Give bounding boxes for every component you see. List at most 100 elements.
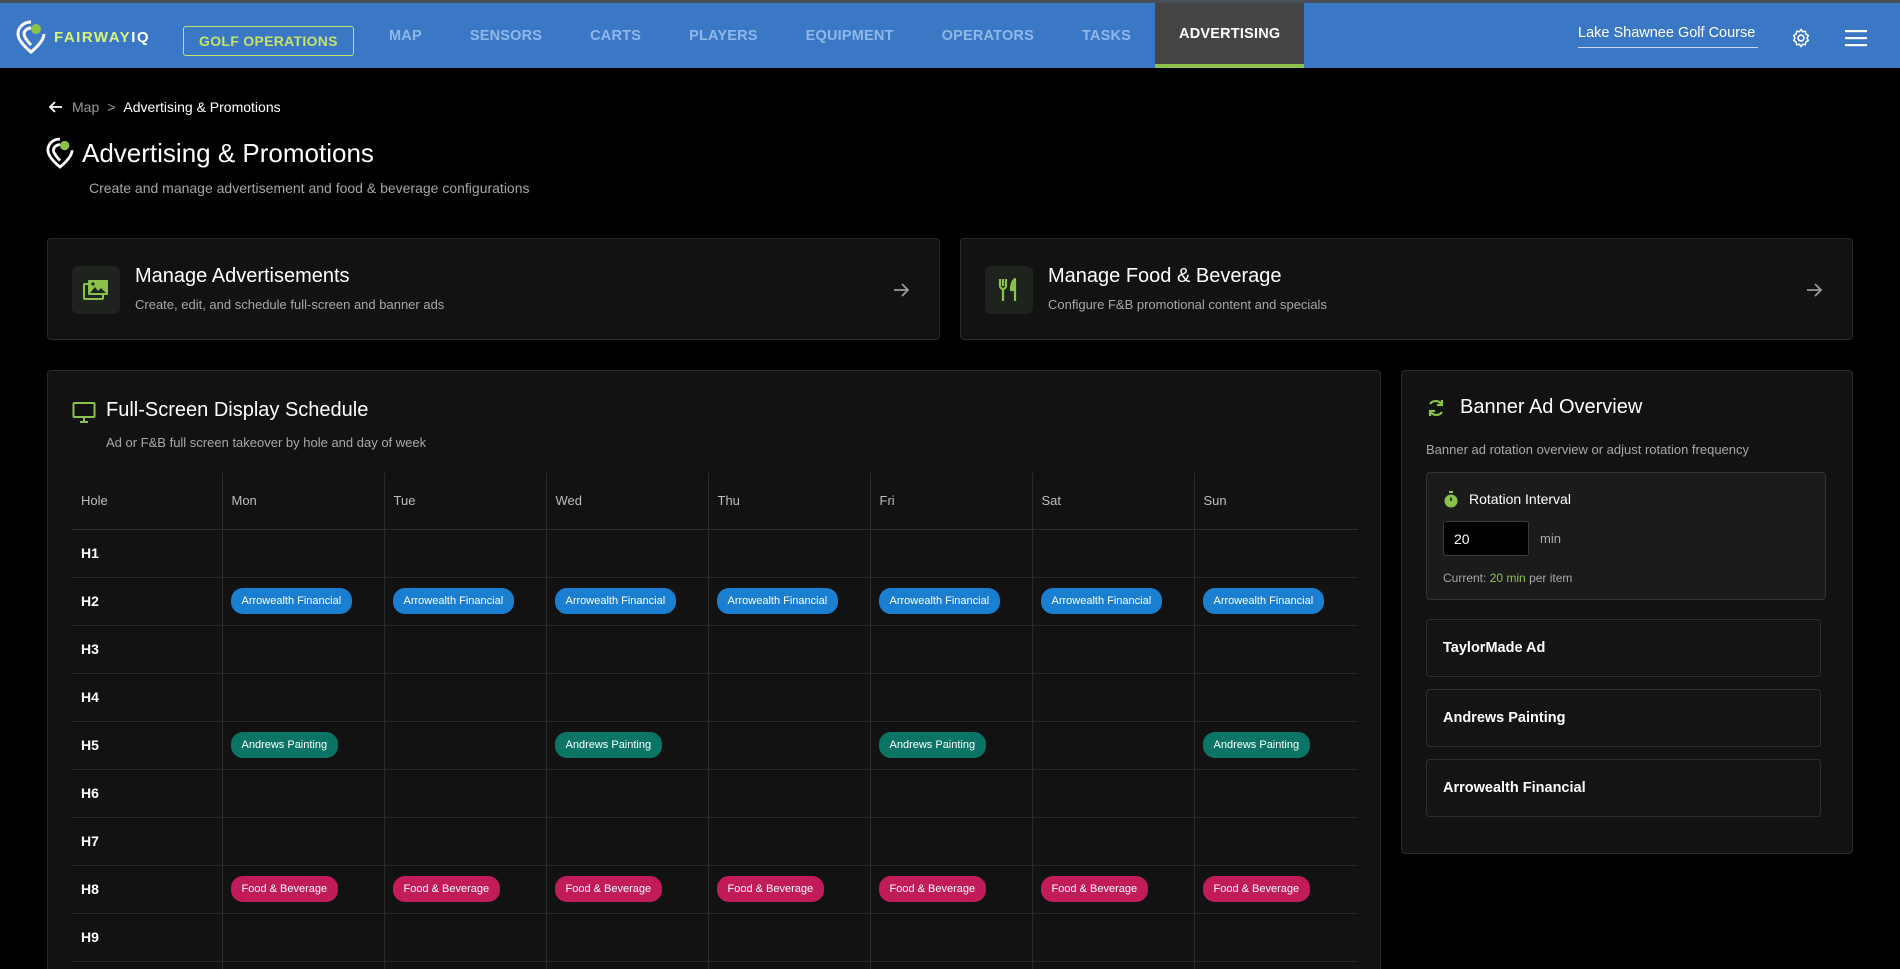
back-arrow-icon[interactable] [48,99,64,115]
schedule-cell[interactable] [545,961,708,969]
schedule-chip[interactable]: Food & Beverage [554,876,663,902]
schedule-chip[interactable]: Food & Beverage [716,876,825,902]
nav-operators[interactable]: OPERATORS [918,3,1058,68]
arrow-right-icon[interactable] [891,280,911,300]
schedule-chip[interactable]: Food & Beverage [878,876,987,902]
schedule-cell[interactable]: Food & Beverage [869,865,1032,914]
schedule-cell[interactable] [1031,673,1194,722]
schedule-cell[interactable] [383,961,546,969]
schedule-cell[interactable]: Arrowealth Financial [545,577,708,626]
schedule-cell[interactable] [1193,529,1358,578]
nav-carts[interactable]: CARTS [566,3,665,68]
schedule-cell[interactable] [707,721,870,770]
schedule-chip[interactable]: Arrowealth Financial [230,588,353,614]
schedule-cell[interactable] [545,625,708,674]
nav-sensors[interactable]: SENSORS [446,3,566,68]
schedule-cell[interactable]: Arrowealth Financial [707,577,870,626]
schedule-cell[interactable]: Arrowealth Financial [869,577,1032,626]
schedule-cell[interactable]: Andrews Painting [869,721,1032,770]
schedule-chip[interactable]: Andrews Painting [230,732,339,758]
schedule-cell[interactable] [383,769,546,818]
schedule-cell[interactable] [1031,529,1194,578]
schedule-chip[interactable]: Food & Beverage [1040,876,1149,902]
gear-icon[interactable] [1790,27,1812,49]
schedule-cell[interactable]: Andrews Painting [221,721,384,770]
schedule-chip[interactable]: Arrowealth Financial [878,588,1001,614]
rotation-interval-input[interactable] [1443,521,1529,556]
schedule-chip[interactable]: Arrowealth Financial [1040,588,1163,614]
schedule-cell[interactable] [545,817,708,866]
schedule-cell[interactable] [221,817,384,866]
schedule-cell[interactable] [869,673,1032,722]
schedule-cell[interactable] [221,529,384,578]
schedule-cell[interactable] [1031,721,1194,770]
nav-map[interactable]: MAP [365,3,446,68]
schedule-cell[interactable]: Arrowealth Financial [221,577,384,626]
schedule-cell[interactable] [383,817,546,866]
nav-advertising[interactable]: ADVERTISING [1155,3,1305,68]
nav-players[interactable]: PLAYERS [665,3,782,68]
schedule-cell[interactable] [1031,625,1194,674]
schedule-cell[interactable]: Food & Beverage [707,865,870,914]
schedule-cell[interactable] [707,673,870,722]
nav-equipment[interactable]: EQUIPMENT [782,3,918,68]
schedule-cell[interactable] [221,673,384,722]
nav-tasks[interactable]: TASKS [1058,3,1155,68]
schedule-cell[interactable] [383,529,546,578]
schedule-cell[interactable] [221,913,384,962]
banner-ad-item[interactable]: Andrews Painting [1426,689,1821,747]
course-selector[interactable]: Lake Shawnee Golf Course [1578,25,1758,48]
schedule-chip[interactable]: Food & Beverage [230,876,339,902]
hamburger-menu-icon[interactable] [1845,29,1867,47]
schedule-cell[interactable]: Arrowealth Financial [1193,577,1358,626]
schedule-cell[interactable] [707,529,870,578]
schedule-cell[interactable] [1031,961,1194,969]
schedule-cell[interactable] [383,913,546,962]
schedule-cell[interactable] [869,625,1032,674]
schedule-cell[interactable] [1031,817,1194,866]
schedule-cell[interactable] [545,529,708,578]
schedule-cell[interactable] [1031,769,1194,818]
schedule-cell[interactable] [1193,817,1358,866]
schedule-cell[interactable] [545,769,708,818]
schedule-cell[interactable] [1193,625,1358,674]
schedule-cell[interactable] [869,817,1032,866]
schedule-chip[interactable]: Food & Beverage [392,876,501,902]
schedule-chip[interactable]: Food & Beverage [1202,876,1311,902]
breadcrumb-map-link[interactable]: Map [72,99,99,115]
schedule-cell[interactable] [1193,961,1358,969]
schedule-chip[interactable]: Arrowealth Financial [1202,588,1325,614]
schedule-chip[interactable]: Arrowealth Financial [392,588,515,614]
schedule-cell[interactable]: Food & Beverage [1031,865,1194,914]
manage-advertisements-card[interactable]: Manage Advertisements Create, edit, and … [47,238,940,340]
schedule-cell[interactable] [707,769,870,818]
schedule-cell[interactable] [869,529,1032,578]
schedule-cell[interactable]: Arrowealth Financial [1031,577,1194,626]
schedule-cell[interactable] [1193,913,1358,962]
schedule-cell[interactable]: Food & Beverage [545,865,708,914]
schedule-cell[interactable]: Food & Beverage [383,865,546,914]
schedule-cell[interactable]: Andrews Painting [545,721,708,770]
schedule-cell[interactable] [221,961,384,969]
arrow-right-icon[interactable] [1804,280,1824,300]
schedule-chip[interactable]: Andrews Painting [554,732,663,758]
schedule-cell[interactable] [545,913,708,962]
schedule-cell[interactable] [221,769,384,818]
schedule-cell[interactable] [1193,673,1358,722]
schedule-chip[interactable]: Arrowealth Financial [554,588,677,614]
fairwayiq-logo[interactable]: FAIRWAYIQ [16,19,150,55]
schedule-cell[interactable] [869,961,1032,969]
schedule-cell[interactable]: Andrews Painting [1193,721,1358,770]
schedule-chip[interactable]: Andrews Painting [878,732,987,758]
banner-ad-item[interactable]: TaylorMade Ad [1426,619,1821,677]
schedule-chip[interactable]: Andrews Painting [1202,732,1311,758]
schedule-cell[interactable] [221,625,384,674]
golf-operations-button[interactable]: GOLF OPERATIONS [183,26,354,56]
schedule-cell[interactable] [1193,769,1358,818]
banner-ad-item[interactable]: Arrowealth Financial [1426,759,1821,817]
manage-food-beverage-card[interactable]: Manage Food & Beverage Configure F&B pro… [960,238,1853,340]
schedule-cell[interactable] [869,769,1032,818]
schedule-cell[interactable]: Arrowealth Financial [383,577,546,626]
schedule-cell[interactable]: Food & Beverage [1193,865,1358,914]
schedule-cell[interactable]: Food & Beverage [221,865,384,914]
